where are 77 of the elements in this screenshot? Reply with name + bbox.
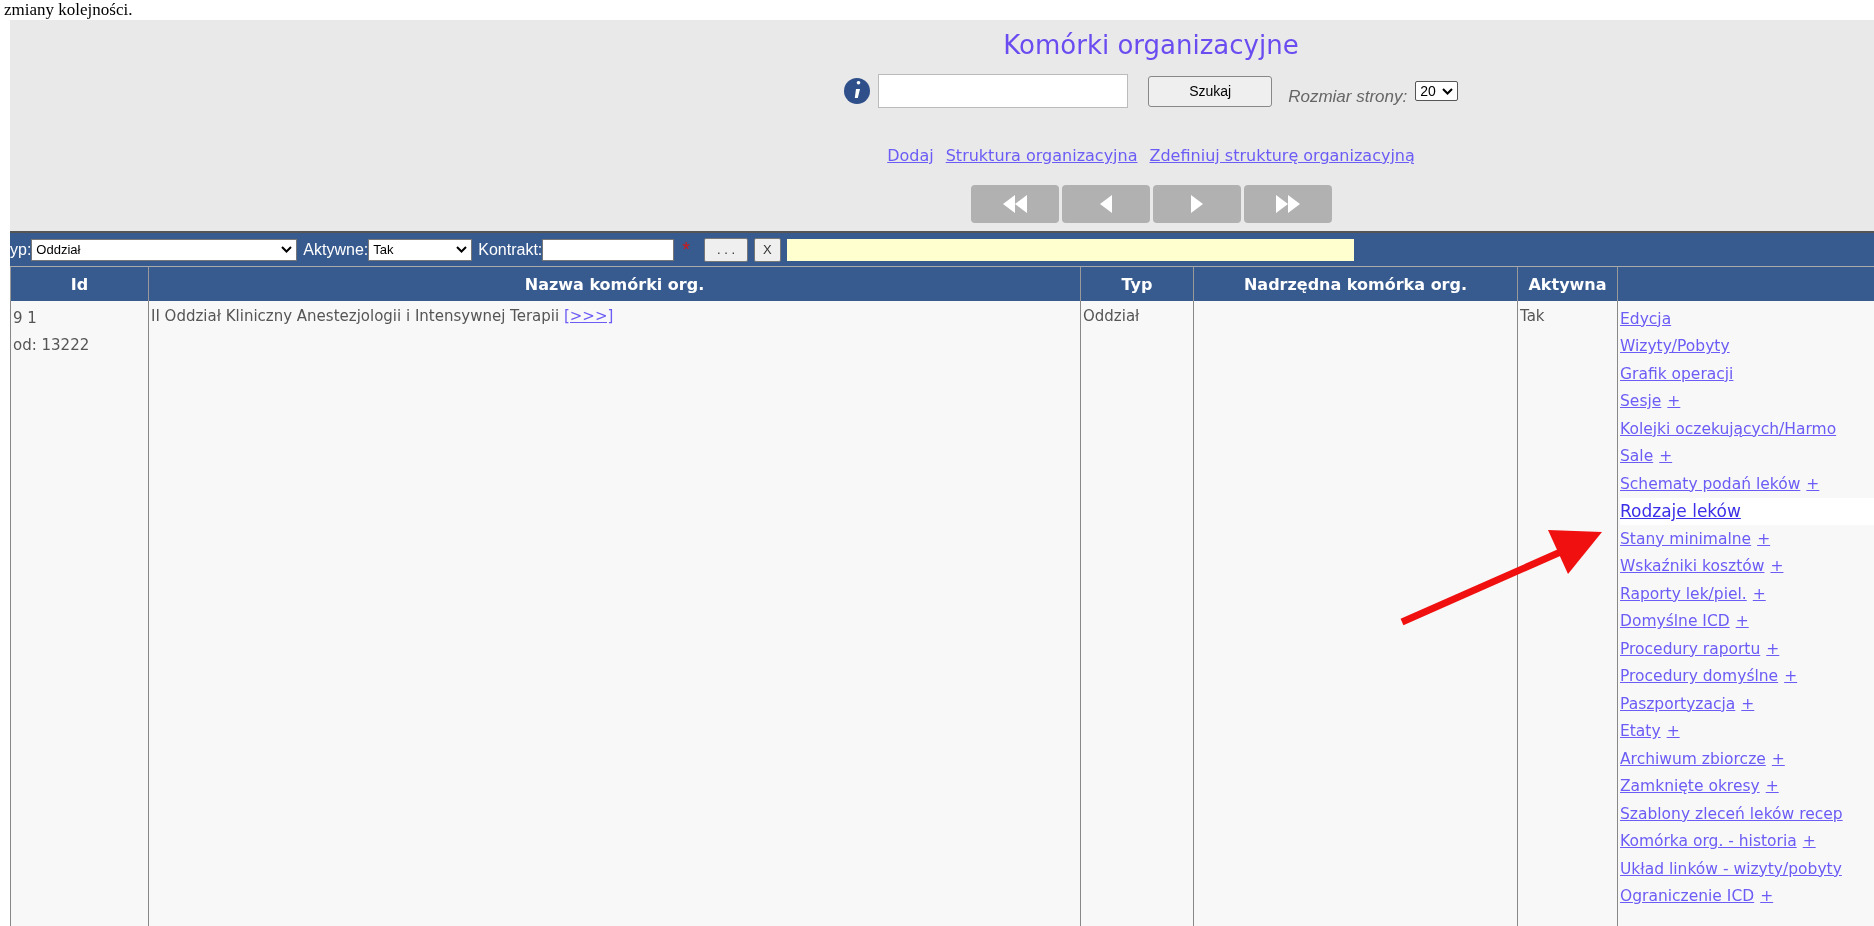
browse-button[interactable]: . . . [704, 237, 749, 262]
action-link[interactable]: Archiwum zbiorcze [1620, 749, 1766, 768]
type-text: Oddział [1083, 306, 1141, 327]
page-size-select[interactable]: 20 [1415, 81, 1458, 101]
add-link[interactable]: + [1757, 529, 1771, 548]
info-icon[interactable] [844, 78, 871, 104]
action-link[interactable]: Schematy podań leków [1620, 474, 1801, 493]
double-right-icon [1275, 195, 1300, 213]
action-link[interactable]: Kolejki oczekujących/Harmo [1620, 419, 1837, 438]
pager-button[interactable] [1061, 185, 1150, 223]
add-link[interactable]: + [1770, 557, 1784, 576]
search-button[interactable]: Szukaj [1148, 75, 1273, 107]
add-link[interactable]: + [1667, 392, 1681, 411]
action-link[interactable]: Zamknięte okresy [1620, 777, 1760, 796]
action-link[interactable]: Wizyty/Pobyty [1620, 337, 1730, 356]
page-title: Komórki organizacyjne [1003, 30, 1299, 60]
action-link[interactable]: Procedury domyślne [1620, 667, 1779, 686]
document-text: zmiany kolejności. [3, 0, 133, 20]
unit-name: II Oddział Kliniczny Anestezjologii i Intensywnej Terapii [151, 307, 560, 325]
header-link[interactable]: Struktura organizacyjna [945, 146, 1138, 165]
column-header: Nadrzędna komórka org. [1193, 267, 1518, 301]
add-link[interactable]: + [1784, 667, 1798, 686]
caret-icon [281, 246, 293, 253]
caret-icon [456, 246, 468, 253]
pager-button[interactable] [1152, 185, 1241, 223]
add-link[interactable]: + [1771, 749, 1785, 768]
header-link[interactable]: Dodaj [887, 146, 934, 165]
search-field[interactable] [878, 74, 1129, 108]
add-link[interactable]: + [1752, 584, 1766, 603]
contract-field[interactable] [542, 238, 675, 261]
action-link[interactable]: Edycja [1620, 309, 1672, 328]
double-left-icon [1002, 195, 1027, 213]
action-link[interactable]: Szablony zleceń leków recep [1620, 804, 1843, 823]
required-mark: * [682, 238, 691, 261]
add-link[interactable]: + [1659, 447, 1673, 466]
caret-icon [1441, 87, 1453, 95]
id-text: 9 1 [13, 308, 38, 329]
active-label: Aktywne: [303, 240, 369, 259]
action-link[interactable]: Układ linków - wizyty/pobyty [1620, 859, 1842, 878]
header-link[interactable]: Zdefiniuj strukturę organizacyjną [1149, 146, 1415, 165]
pager-button[interactable] [970, 185, 1059, 223]
action-link[interactable]: Procedury raportu [1620, 639, 1761, 658]
column-header: Nazwa komórki org. [148, 267, 1081, 301]
active-text: Tak [1520, 306, 1546, 327]
contract-label: Kontrakt: [478, 240, 543, 259]
add-link[interactable]: + [1666, 722, 1680, 741]
action-link[interactable]: Etaty [1620, 722, 1661, 741]
action-link[interactable]: Domyślne ICD [1620, 612, 1730, 631]
add-link[interactable]: + [1806, 474, 1820, 493]
action-link[interactable]: Sesje [1620, 392, 1662, 411]
action-link[interactable]: Stany minimalne [1620, 529, 1752, 548]
right-triangle-icon [1190, 195, 1203, 213]
add-link[interactable]: + [1735, 612, 1749, 631]
clear-button[interactable]: X [754, 237, 781, 262]
add-link[interactable]: + [1765, 777, 1779, 796]
action-link[interactable]: Komórka org. - historia [1620, 832, 1797, 851]
action-link[interactable]: Sale [1620, 447, 1654, 466]
action-link[interactable]: Ograniczenie ICD [1620, 887, 1755, 906]
add-link[interactable]: + [1766, 639, 1780, 658]
action-link[interactable]: Raporty lek/piel. [1620, 584, 1747, 603]
add-link[interactable]: + [1760, 887, 1774, 906]
column-header: Aktywna [1517, 267, 1618, 301]
active-select[interactable]: Tak [368, 238, 473, 261]
column-header: Typ [1080, 267, 1194, 301]
action-link[interactable]: Wskaźniki kosztów [1620, 557, 1765, 576]
pager-button[interactable] [1243, 185, 1332, 223]
page-size-label: Rozmiar strony: [1288, 87, 1408, 107]
add-link[interactable]: + [1802, 832, 1816, 851]
type-select[interactable]: Oddział [31, 238, 298, 261]
details-link[interactable]: [>>>] [563, 307, 614, 325]
add-link[interactable]: + [1741, 694, 1755, 713]
action-link[interactable]: Paszportyzacja [1620, 694, 1736, 713]
left-triangle-icon [1099, 195, 1112, 213]
column-header: Id [10, 267, 149, 301]
type-label: yp: [10, 240, 32, 259]
action-link[interactable]: Grafik operacji [1620, 364, 1734, 383]
id-text: od: 13222 [13, 335, 91, 356]
